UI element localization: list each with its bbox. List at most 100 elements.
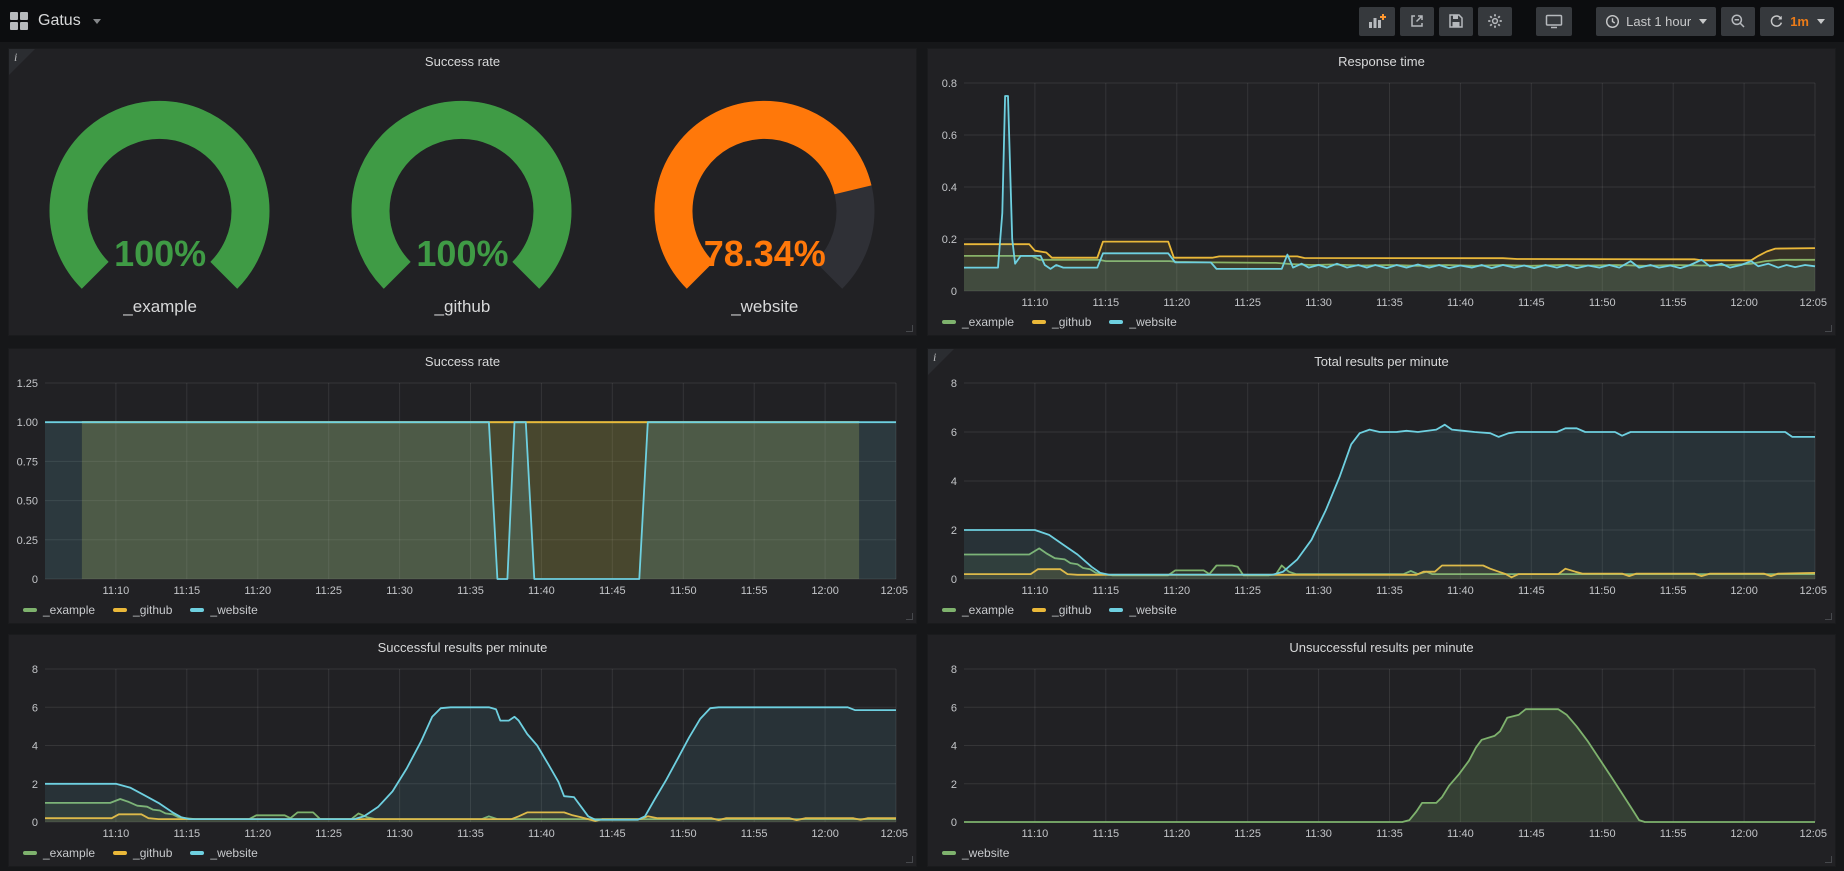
chevron-down-icon[interactable] bbox=[93, 19, 101, 24]
legend-swatch bbox=[1032, 608, 1046, 612]
tick-label: 11:30 bbox=[1305, 585, 1332, 597]
panel-header[interactable]: Successful results per minute bbox=[9, 635, 916, 659]
gauges-row: 100% _example 100% _github 78.34% _websi… bbox=[9, 83, 916, 329]
tick-label: 11:25 bbox=[315, 585, 342, 597]
tick-label: 11:10 bbox=[103, 585, 130, 597]
navbar: Gatus bbox=[0, 0, 1844, 42]
legend-swatch bbox=[942, 320, 956, 324]
legend-item-_github[interactable]: _github bbox=[113, 846, 172, 860]
tick-label: 11:15 bbox=[1092, 585, 1119, 597]
panel-header[interactable]: Response time bbox=[928, 49, 1835, 73]
legend-item-_github[interactable]: _github bbox=[1032, 603, 1091, 617]
tick-label: 0 bbox=[951, 574, 957, 586]
legend-item-_website[interactable]: _website bbox=[942, 846, 1009, 860]
legend-item-_website[interactable]: _website bbox=[1109, 315, 1176, 329]
tick-label: 11:55 bbox=[1660, 297, 1687, 309]
tick-label: 8 bbox=[32, 664, 38, 676]
gauge-value: 100% bbox=[311, 233, 613, 275]
add-panel-button[interactable] bbox=[1359, 7, 1395, 36]
panel-resize-handle[interactable] bbox=[906, 613, 913, 620]
tick-label: 11:45 bbox=[1518, 585, 1545, 597]
tick-label: 6 bbox=[951, 702, 957, 714]
panel-header[interactable]: Total results per minute bbox=[928, 349, 1835, 373]
legend-swatch bbox=[942, 851, 956, 855]
panel-resize-handle[interactable] bbox=[1825, 613, 1832, 620]
tick-label: 4 bbox=[32, 741, 38, 753]
legend-swatch bbox=[1032, 320, 1046, 324]
panel-title: Total results per minute bbox=[1314, 354, 1448, 369]
tick-label: 11:20 bbox=[1163, 828, 1190, 840]
navbar-left: Gatus bbox=[10, 12, 101, 30]
tick-label: 0.75 bbox=[17, 456, 38, 468]
tv-mode-button[interactable] bbox=[1536, 7, 1572, 36]
refresh-button[interactable]: 1m bbox=[1760, 7, 1834, 36]
panel-title: Successful results per minute bbox=[378, 640, 548, 655]
legend-series-label: _website bbox=[1129, 603, 1176, 617]
legend-series-label: _github bbox=[1052, 315, 1091, 329]
panel-resize-handle[interactable] bbox=[906, 856, 913, 863]
legend-item-_website[interactable]: _website bbox=[190, 846, 257, 860]
save-button[interactable] bbox=[1439, 7, 1473, 36]
legend-series-label: _website bbox=[962, 846, 1009, 860]
tick-label: 12:00 bbox=[1730, 828, 1758, 840]
time-range-button[interactable]: Last 1 hour bbox=[1596, 7, 1716, 36]
tick-label: 11:15 bbox=[173, 828, 200, 840]
tick-label: 4 bbox=[951, 741, 957, 753]
tick-label: 11:40 bbox=[528, 585, 555, 597]
settings-button[interactable] bbox=[1478, 7, 1512, 36]
panel-header[interactable]: Success rate bbox=[9, 49, 916, 73]
tick-label: 11:10 bbox=[1022, 297, 1049, 309]
legend-swatch bbox=[23, 851, 37, 855]
tick-label: 12:00 bbox=[1730, 585, 1758, 597]
legend-item-_github[interactable]: _github bbox=[1032, 315, 1091, 329]
monitor-icon bbox=[1545, 13, 1563, 29]
legend-series-label: _website bbox=[210, 603, 257, 617]
panel-success-rate-gauges: i Success rate 100% _example 100% _githu… bbox=[8, 48, 917, 336]
panel-header[interactable]: Success rate bbox=[9, 349, 916, 373]
tick-label: 0.8 bbox=[942, 78, 957, 90]
clock-icon bbox=[1605, 14, 1620, 29]
tick-label: 11:45 bbox=[1518, 297, 1545, 309]
legend-item-_example[interactable]: _example bbox=[23, 846, 95, 860]
tick-label: 12:00 bbox=[811, 828, 839, 840]
panel-resize-handle[interactable] bbox=[1825, 856, 1832, 863]
refresh-icon bbox=[1769, 14, 1784, 29]
share-button[interactable] bbox=[1400, 7, 1434, 36]
gauge-value: 100% bbox=[9, 233, 311, 275]
tick-label: 11:25 bbox=[315, 828, 342, 840]
successful-results-chart[interactable]: 0246811:1011:1511:2011:2511:3011:3511:40… bbox=[11, 659, 910, 842]
legend-swatch bbox=[942, 608, 956, 612]
tick-label: 11:15 bbox=[173, 585, 200, 597]
panel-header[interactable]: Unsuccessful results per minute bbox=[928, 635, 1835, 659]
tick-label: 11:10 bbox=[103, 828, 130, 840]
tick-label: 0.6 bbox=[942, 130, 957, 142]
unsuccessful-results-chart[interactable]: 0246811:1011:1511:2011:2511:3011:3511:40… bbox=[930, 659, 1829, 842]
legend-item-_example[interactable]: _example bbox=[23, 603, 95, 617]
panel-resize-handle[interactable] bbox=[1825, 325, 1832, 332]
legend: _example _github _website bbox=[23, 601, 258, 619]
legend-series-label: _website bbox=[1129, 315, 1176, 329]
tick-label: 0 bbox=[951, 817, 957, 829]
dashboard-title[interactable]: Gatus bbox=[38, 12, 81, 30]
tick-label: 0.25 bbox=[17, 535, 38, 547]
tick-label: 11:45 bbox=[1518, 828, 1545, 840]
total-results-chart[interactable]: 0246811:1011:1511:2011:2511:3011:3511:40… bbox=[930, 373, 1829, 599]
legend-item-_github[interactable]: _github bbox=[113, 603, 172, 617]
tick-label: 6 bbox=[951, 427, 957, 439]
panel-resize-handle[interactable] bbox=[906, 325, 913, 332]
zoom-out-button[interactable] bbox=[1721, 7, 1755, 36]
panel-title: Success rate bbox=[425, 354, 500, 369]
share-icon bbox=[1409, 13, 1425, 29]
legend-series-label: _example bbox=[43, 846, 95, 860]
legend-item-_website[interactable]: _website bbox=[1109, 603, 1176, 617]
legend-item-_website[interactable]: _website bbox=[190, 603, 257, 617]
success-rate-chart[interactable]: 00.250.500.751.001.2511:1011:1511:2011:2… bbox=[11, 373, 910, 599]
legend-item-_example[interactable]: _example bbox=[942, 603, 1014, 617]
legend-series-label: _example bbox=[43, 603, 95, 617]
tick-label: 12:05 bbox=[880, 585, 908, 597]
tick-label: 12:00 bbox=[1730, 297, 1758, 309]
response-time-chart[interactable]: 00.20.40.60.811:1011:1511:2011:2511:3011… bbox=[930, 73, 1829, 311]
time-range-label: Last 1 hour bbox=[1626, 14, 1691, 29]
apps-grid-icon[interactable] bbox=[10, 12, 28, 30]
legend-item-_example[interactable]: _example bbox=[942, 315, 1014, 329]
